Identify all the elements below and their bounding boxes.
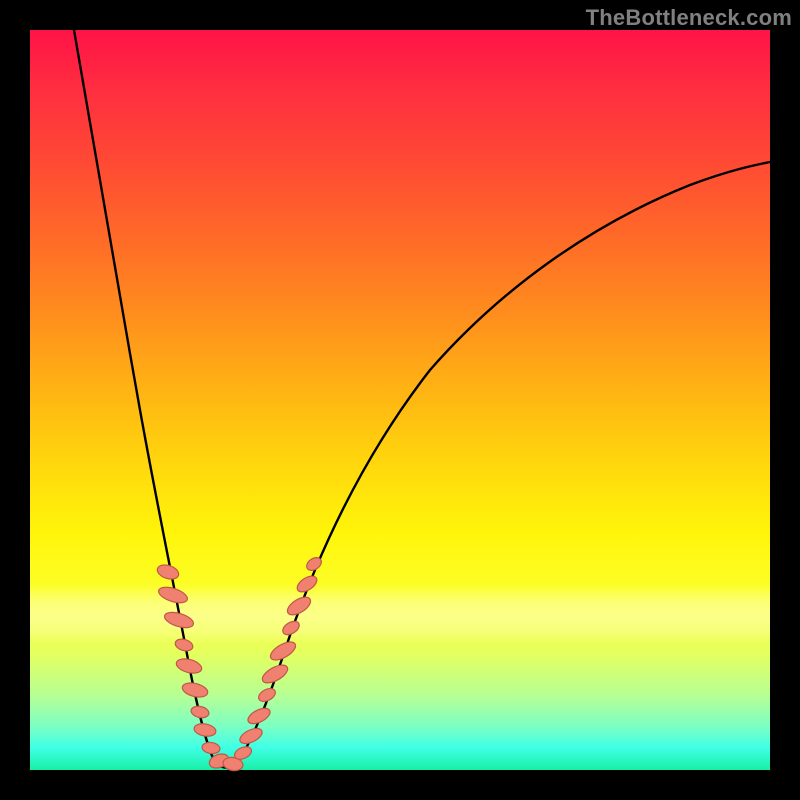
marker-cluster (156, 555, 324, 772)
curve-layer (30, 30, 770, 770)
watermark-text: TheBottleneck.com (586, 5, 792, 31)
curve-left-branch (74, 30, 216, 764)
curve-right-branch (234, 162, 770, 767)
